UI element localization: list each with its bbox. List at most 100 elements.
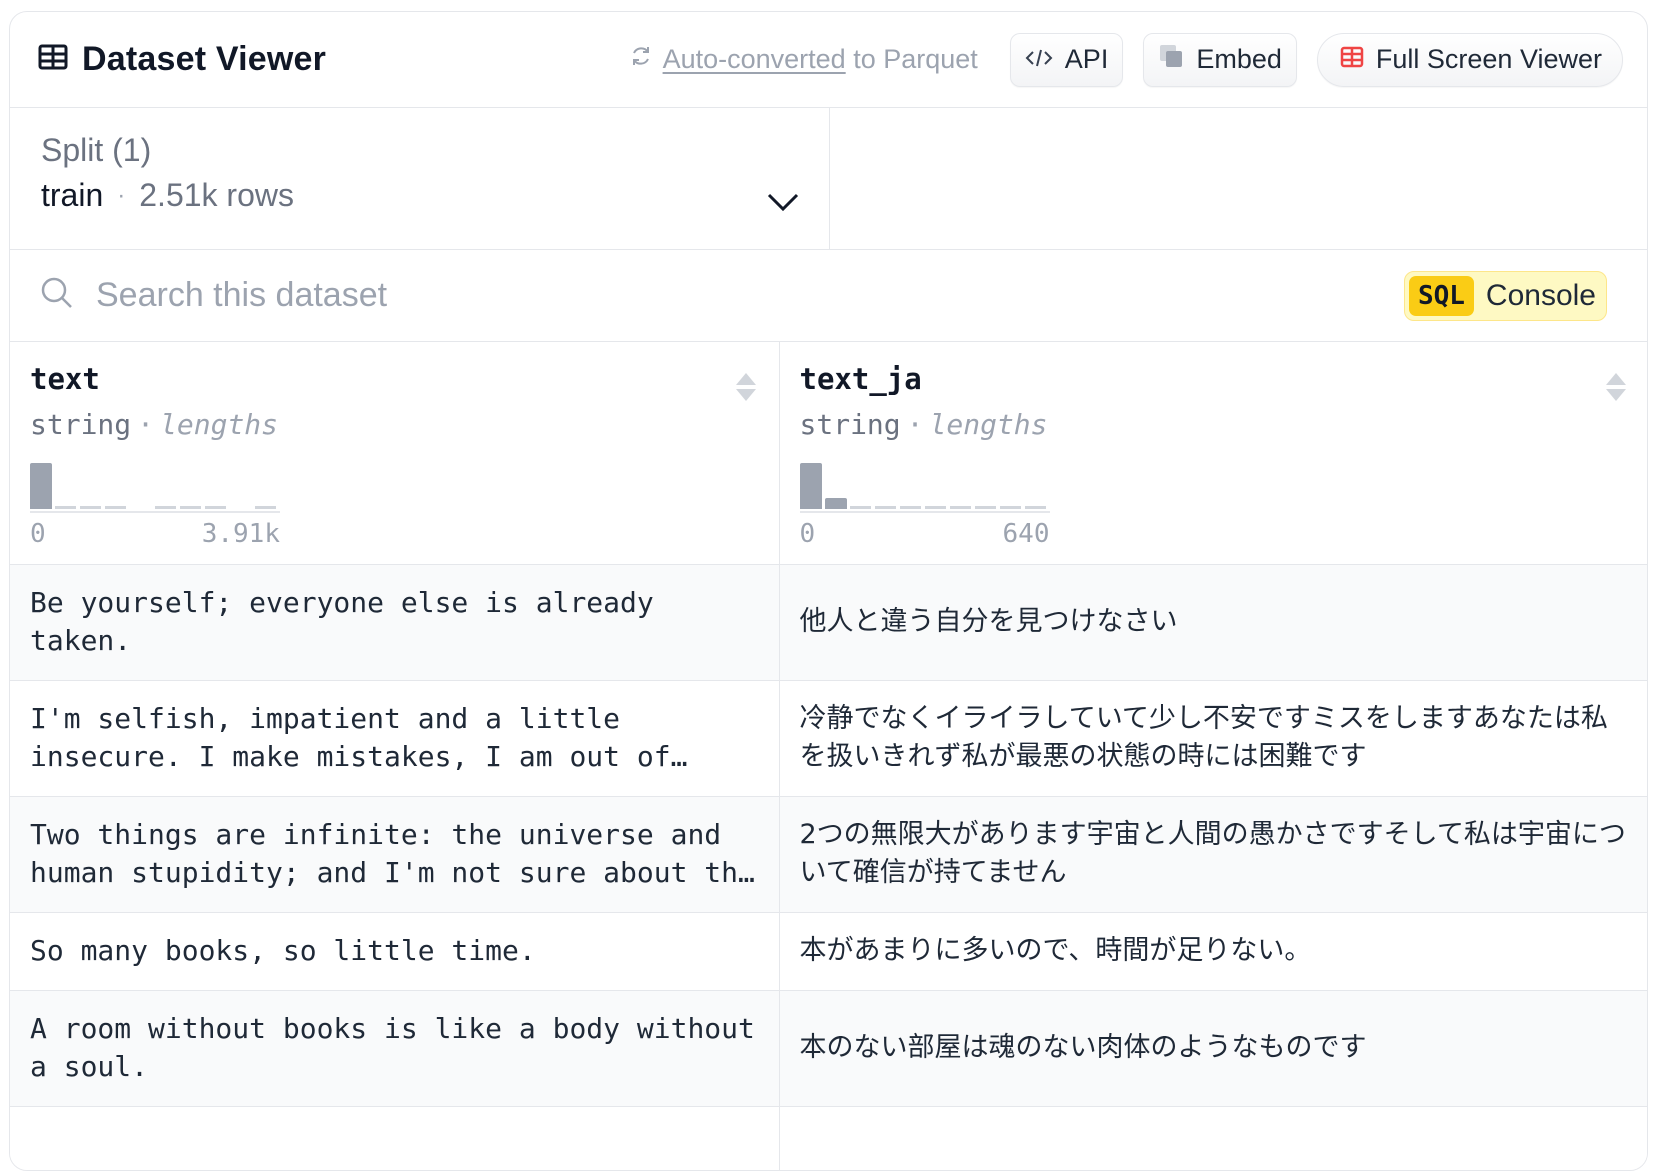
histogram-bar[interactable] <box>80 506 101 509</box>
parquet-status: Auto-converted to Parquet <box>629 44 978 75</box>
title-wrap: Dataset Viewer <box>38 40 326 79</box>
histogram-max: 640 <box>1002 519 1050 549</box>
histogram-bar[interactable] <box>899 506 921 509</box>
cell-text[interactable]: A room without books is like a body with… <box>10 990 780 1107</box>
table-row[interactable]: A room without books is like a body with… <box>10 990 1647 1107</box>
cell-text-value: I'm selfish, impatient and a little inse… <box>30 702 671 773</box>
column-type: string · lengths <box>30 408 759 441</box>
header-actions: Auto-converted to Parquet API Embed Full… <box>629 32 1623 87</box>
search-icon <box>40 276 74 315</box>
cell-text-value: So many books, so little time. <box>30 934 536 967</box>
cell-text-ja[interactable]: 2つの無限大があります宇宙と人間の愚かさですそして私は宇宙について確信が持てませ… <box>779 796 1647 913</box>
histogram-labels: 0 640 <box>800 519 1050 549</box>
table-row[interactable]: Be yourself; everyone else is already ta… <box>10 564 1647 681</box>
split-value: train · 2.51k rows <box>41 177 799 214</box>
code-icon <box>1025 44 1053 75</box>
column-name: text <box>30 362 100 396</box>
search-input[interactable] <box>94 275 1404 316</box>
cell-text-ja-value: 2つの無限大があります宇宙と人間の愚かさですそして私は宇宙について確信が持てませ… <box>799 819 1626 888</box>
table-red-icon <box>1340 44 1364 75</box>
dataset-viewer: Dataset Viewer Auto-converted to Parquet <box>9 11 1648 1171</box>
cell-text-ja-value: 本があまりに多いので、時間が足りない。 <box>799 935 1312 966</box>
split-rows: 2.51k rows <box>139 177 294 213</box>
column-header-text[interactable]: text string · lengths 0 3.91k <box>10 342 780 565</box>
histogram-min: 0 <box>30 519 46 549</box>
cell-text-value: Two things are infinite: the universe an… <box>30 818 755 889</box>
cell-text-ja-value: 本のない部屋は魂のない肉体のようなものです <box>799 1032 1367 1063</box>
split-selector[interactable]: Split (1) train · 2.51k rows <box>10 108 830 249</box>
parquet-text: to Parquet <box>853 44 978 74</box>
parquet-link[interactable]: Auto-converted <box>663 44 846 74</box>
api-button[interactable]: API <box>1009 32 1124 87</box>
histogram-bar[interactable] <box>949 506 971 509</box>
sql-console-button[interactable]: SQL Console <box>1403 270 1607 321</box>
cell-text[interactable]: I'm selfish, impatient and a little inse… <box>10 680 780 797</box>
column-stat: lengths <box>929 408 1048 441</box>
column-type-name: string <box>799 408 901 441</box>
table-icon <box>38 44 68 75</box>
length-histogram <box>30 459 280 513</box>
api-label: API <box>1064 44 1109 74</box>
cell-text[interactable]: Be yourself; everyone else is already ta… <box>10 564 780 681</box>
cell-text[interactable]: Two things are infinite: the universe an… <box>10 796 780 913</box>
table-row[interactable]: Two things are infinite: the universe an… <box>10 796 1647 913</box>
viewer-header: Dataset Viewer Auto-converted to Parquet <box>10 12 1647 108</box>
histogram-bar[interactable] <box>30 463 52 509</box>
cell-text-ja[interactable]: 他人と違う自分を見つけなさい <box>779 564 1647 681</box>
cell-text-ja[interactable]: 冷静でなくイライラしていて少し不安ですミスをしますあなたは私を扱いきれず私が最悪… <box>779 680 1647 797</box>
histogram-bar[interactable] <box>974 506 996 509</box>
chevron-down-icon[interactable] <box>767 192 799 217</box>
table-row[interactable]: So many books, so little time. 本があまりに多いの… <box>10 912 1647 991</box>
cell-text-ja[interactable]: 本があまりに多いので、時間が足りない。 <box>779 912 1647 991</box>
column-type: string · lengths <box>800 408 1630 441</box>
histogram-bar[interactable] <box>105 506 126 509</box>
data-table: text string · lengths 0 3.91k text_ja st… <box>10 342 1647 1170</box>
histogram-bar[interactable] <box>180 506 201 509</box>
split-row: Split (1) train · 2.51k rows <box>10 108 1647 250</box>
split-name: train <box>41 177 104 213</box>
histogram-bar[interactable] <box>999 506 1021 509</box>
column-name: text_ja <box>799 362 922 396</box>
sort-icon[interactable] <box>735 372 757 407</box>
copy-icon <box>1158 43 1184 76</box>
histogram-bar[interactable] <box>155 506 176 509</box>
histogram-max: 3.91k <box>201 519 280 549</box>
cell-text[interactable]: So many books, so little time. <box>10 912 780 991</box>
split-separator: · <box>117 181 126 209</box>
cell-text-ja-value: 他人と違う自分を見つけなさい <box>799 606 1178 637</box>
histogram-bar[interactable] <box>255 506 276 509</box>
sql-console-label: Console <box>1485 278 1596 312</box>
cell-text-ja-value: 冷静でなくイライラしていて少し不安ですミスをしますあなたは私を扱いきれず私が最悪… <box>799 703 1608 772</box>
embed-button[interactable]: Embed <box>1143 32 1297 87</box>
histogram-bar[interactable] <box>924 506 946 509</box>
length-histogram <box>799 459 1050 513</box>
column-header-text-ja[interactable]: text_ja string · lengths 0 640 <box>779 342 1647 565</box>
full-screen-button[interactable]: Full Screen Viewer <box>1316 32 1623 87</box>
sql-tag: SQL <box>1408 275 1474 316</box>
embed-label: Embed <box>1196 44 1282 74</box>
column-type-separator: · <box>906 408 924 441</box>
histogram-bar[interactable] <box>55 506 76 509</box>
split-label: Split (1) <box>41 132 152 168</box>
histogram-bar[interactable] <box>1024 506 1046 509</box>
histogram-labels: 0 3.91k <box>30 519 280 549</box>
column-type-separator: · <box>137 408 155 441</box>
refresh-icon <box>629 44 653 75</box>
histogram-bar[interactable] <box>824 498 847 509</box>
histogram-bar[interactable] <box>205 506 226 509</box>
column-type-name: string <box>30 408 132 441</box>
sort-icon[interactable] <box>1605 372 1627 407</box>
histogram-bar[interactable] <box>874 506 896 509</box>
search-row: SQL Console <box>10 250 1647 342</box>
histogram-bar[interactable] <box>849 506 871 509</box>
table-header-row: text string · lengths 0 3.91k text_ja st… <box>10 342 1647 565</box>
histogram-min: 0 <box>799 519 816 549</box>
table-row[interactable]: I'm selfish, impatient and a little inse… <box>10 680 1647 797</box>
cell-text-value: A room without books is like a body with… <box>30 1012 755 1083</box>
cell-text <box>10 1106 780 1170</box>
full-screen-label: Full Screen Viewer <box>1375 44 1602 74</box>
column-stat: lengths <box>160 408 279 441</box>
cell-text-ja <box>779 1106 1647 1170</box>
cell-text-ja[interactable]: 本のない部屋は魂のない肉体のようなものです <box>779 990 1647 1107</box>
histogram-bar[interactable] <box>799 463 822 509</box>
